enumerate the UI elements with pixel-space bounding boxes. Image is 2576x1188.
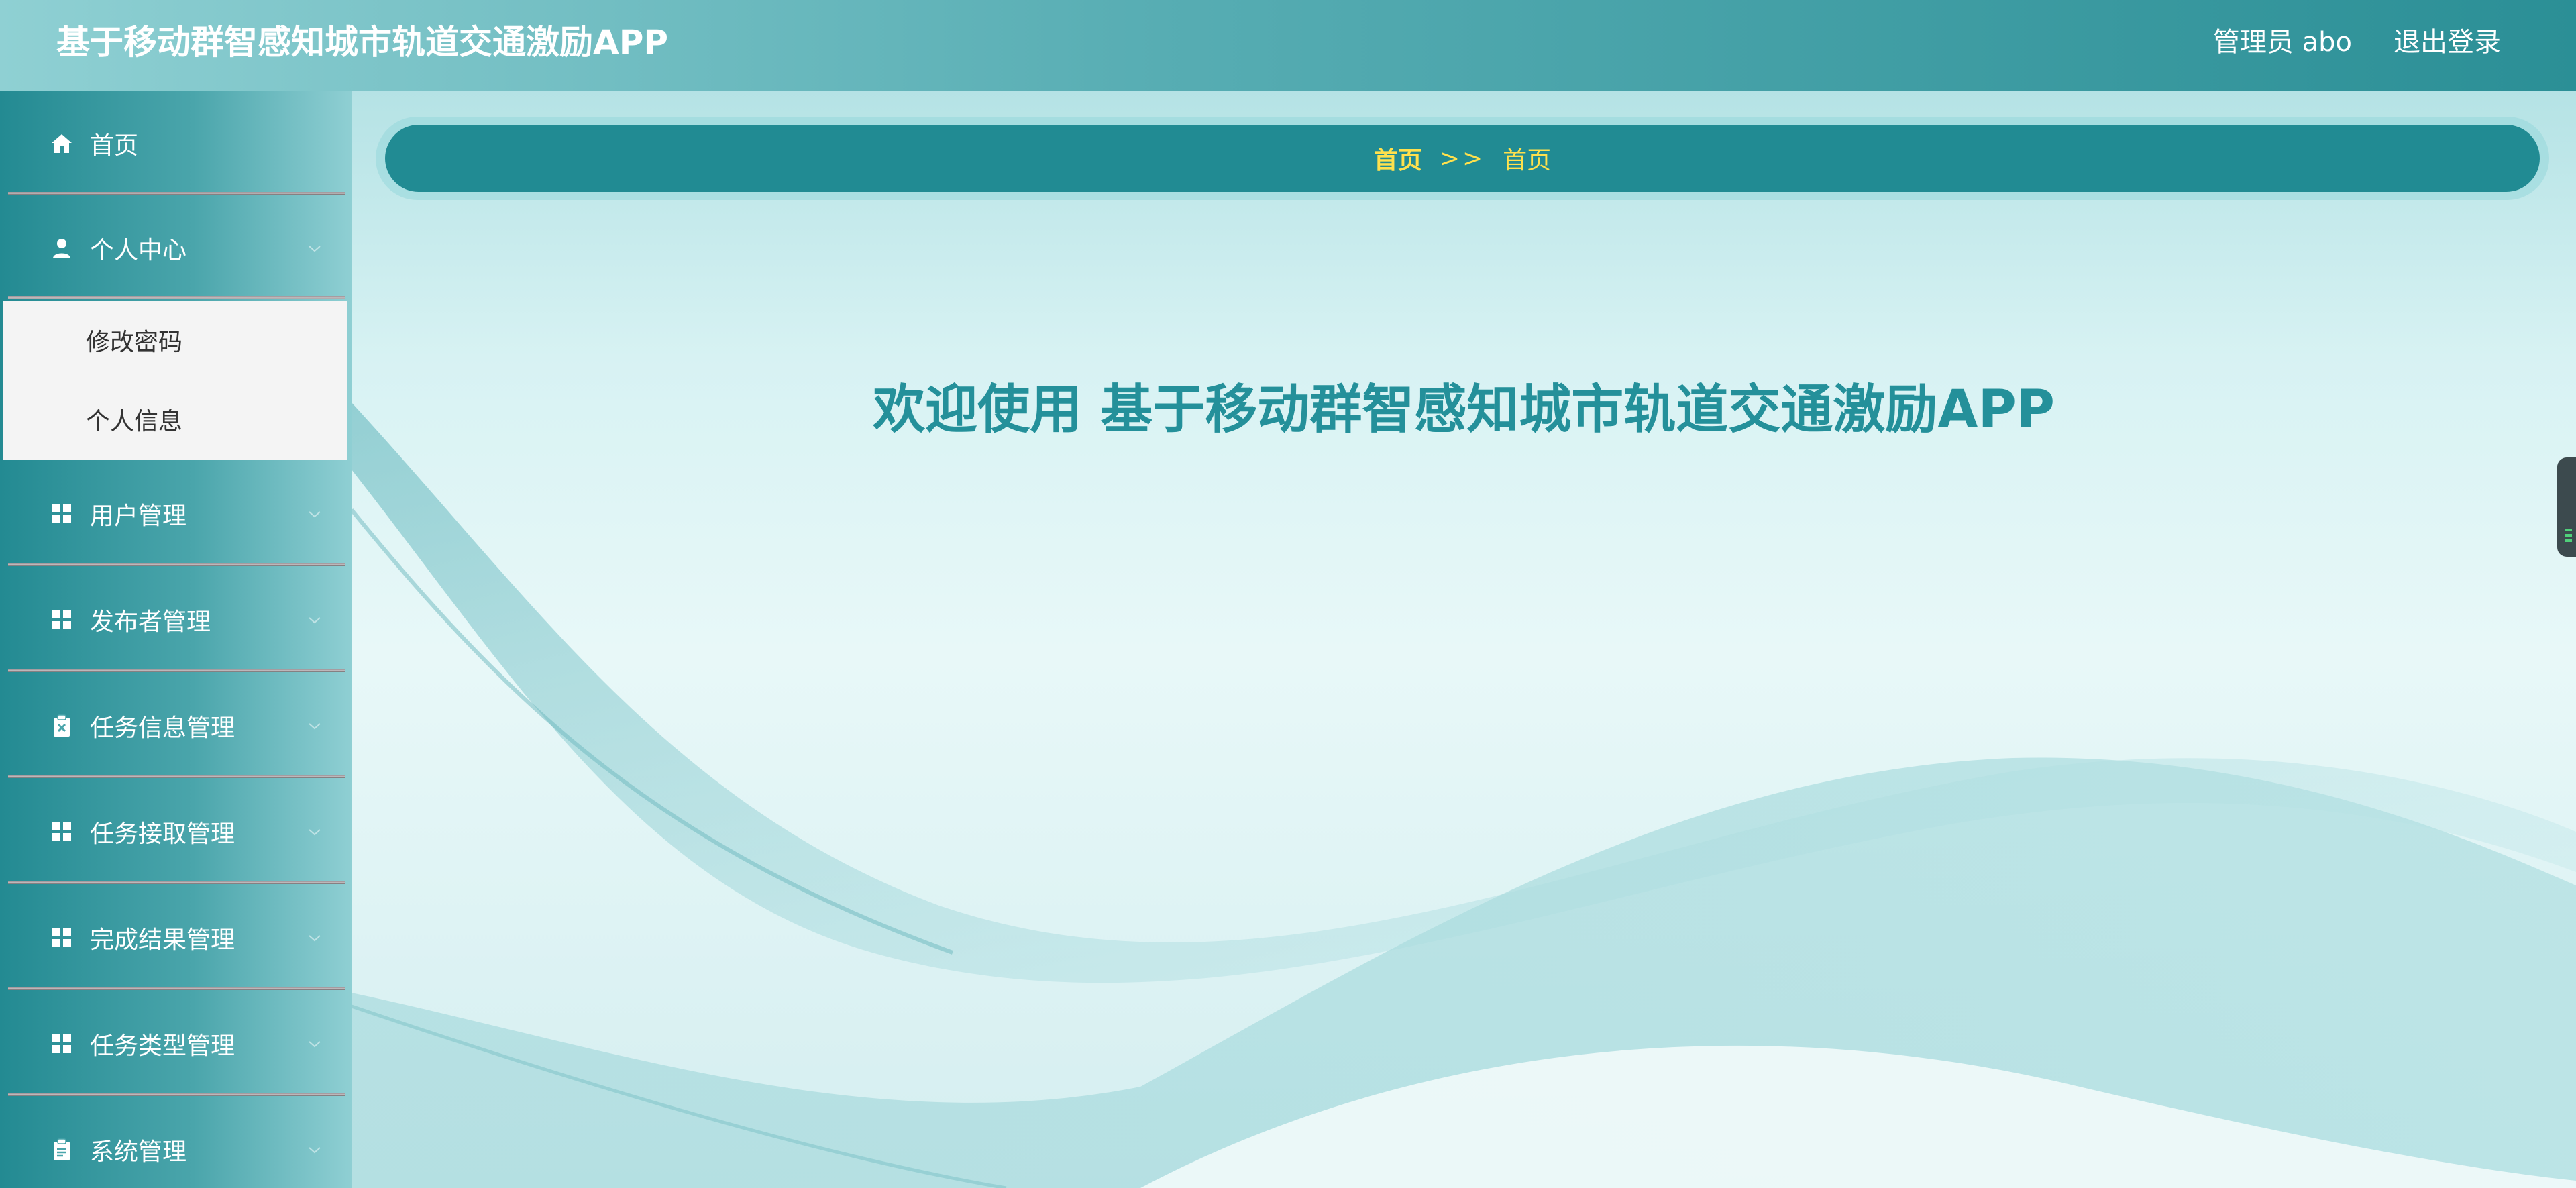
sidebar-item-task-info-management[interactable]: 任务信息管理: [0, 673, 352, 778]
sidebar-item-label: 发布者管理: [90, 608, 211, 636]
handle-indicator: [2565, 539, 2572, 542]
submenu-item-personal-info[interactable]: 个人信息: [3, 380, 347, 459]
home-icon: [50, 131, 74, 156]
top-header: 基于移动群智感知城市轨道交通激励APP 管理员 abo 退出登录: [0, 0, 2576, 91]
grid-icon: [50, 502, 74, 526]
chevron-down-icon: [309, 1147, 321, 1154]
handle-indicator: [2565, 534, 2572, 537]
chevron-down-icon: [309, 511, 321, 518]
app-title: 基于移动群智感知城市轨道交通激励APP: [56, 23, 668, 62]
current-user-label[interactable]: 管理员 abo: [2213, 19, 2352, 66]
grid-icon: [50, 608, 74, 632]
sidebar-item-personal-center[interactable]: 个人中心: [0, 196, 352, 301]
welcome-heading: 欢迎使用 基于移动群智感知城市轨道交通激励APP: [873, 380, 2055, 440]
sidebar-item-label: 任务接取管理: [90, 820, 235, 848]
user-icon: [50, 236, 74, 260]
side-drawer-handle[interactable]: [2557, 457, 2576, 557]
submenu-item-change-password[interactable]: 修改密码: [3, 301, 347, 380]
sidebar-item-label: 首页: [90, 132, 139, 160]
sidebar-item-task-accept-management[interactable]: 任务接取管理: [0, 779, 352, 884]
chevron-down-icon: [309, 723, 321, 730]
sidebar-item-system-management[interactable]: 系统管理: [0, 1097, 352, 1188]
clipboard-x-icon: [50, 714, 74, 738]
sidebar-menu: 首页 个人中心 修改密码 个人信息 用户管理 发布者管理 任务信息管理 任务接取…: [0, 91, 352, 1188]
sidebar-item-label: 系统管理: [90, 1138, 187, 1166]
sidebar-divider: [8, 881, 345, 884]
sidebar-item-user-management[interactable]: 用户管理: [0, 462, 352, 566]
personal-center-submenu: 修改密码 个人信息: [3, 301, 347, 460]
sidebar-item-label: 完成结果管理: [90, 926, 235, 954]
grid-icon: [50, 1032, 74, 1056]
submenu-item-label: 个人信息: [86, 408, 183, 435]
sidebar-item-task-type-management[interactable]: 任务类型管理: [0, 991, 352, 1096]
breadcrumb: 首页 >> 首页: [376, 117, 2549, 200]
handle-indicator: [2565, 529, 2572, 531]
sidebar-item-result-management[interactable]: 完成结果管理: [0, 885, 352, 990]
sidebar-divider: [8, 1093, 345, 1096]
sidebar-divider: [8, 987, 345, 990]
sidebar-divider: [8, 775, 345, 778]
chevron-down-icon: [309, 617, 321, 624]
grid-icon: [50, 820, 74, 844]
grid-icon: [50, 926, 74, 950]
sidebar-divider: [8, 296, 345, 299]
chevron-down-icon: [309, 1041, 321, 1048]
submenu-item-label: 修改密码: [86, 329, 183, 356]
sidebar-item-label: 个人中心: [90, 237, 187, 264]
header-user-area: 管理员 abo 退出登录: [2213, 19, 2501, 66]
sidebar-divider: [8, 669, 345, 672]
sidebar-divider: [8, 563, 345, 566]
sidebar-divider: [8, 192, 345, 195]
breadcrumb-bar: 首页 >> 首页: [385, 125, 2540, 192]
sidebar-item-label: 任务类型管理: [90, 1032, 235, 1060]
sidebar-item-publisher-management[interactable]: 发布者管理: [0, 568, 352, 672]
sidebar-item-home[interactable]: 首页: [0, 91, 352, 196]
chevron-down-icon: [309, 829, 321, 836]
clipboard-icon: [50, 1138, 74, 1162]
chevron-down-icon: [309, 935, 321, 942]
sidebar-item-label: 用户管理: [90, 502, 187, 530]
sidebar-item-label: 任务信息管理: [90, 714, 235, 742]
breadcrumb-current: 首页: [1503, 147, 1552, 174]
breadcrumb-separator: >>: [1439, 144, 1486, 172]
logout-button[interactable]: 退出登录: [2394, 19, 2501, 66]
chevron-down-icon: [309, 246, 321, 252]
breadcrumb-home-link[interactable]: 首页: [1374, 141, 1422, 176]
